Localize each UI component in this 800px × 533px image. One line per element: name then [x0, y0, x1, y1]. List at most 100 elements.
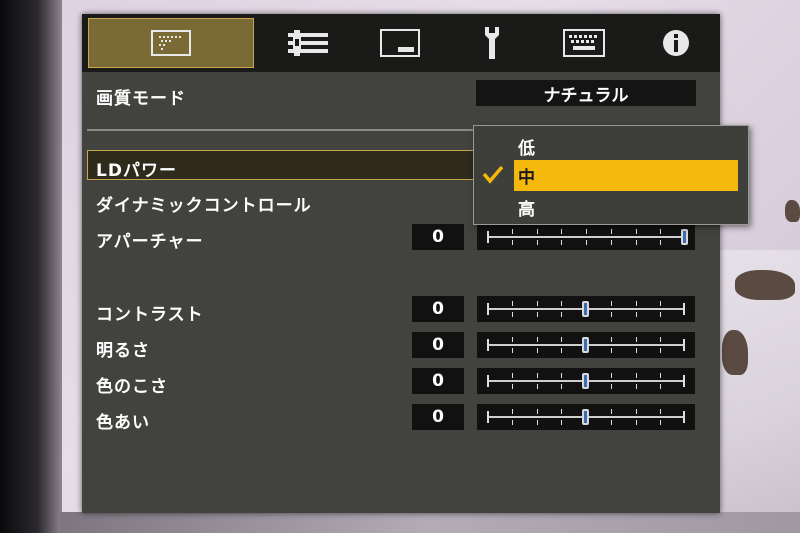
- contrast-value: 0: [412, 296, 464, 322]
- slider-tick: [660, 348, 662, 353]
- slider-tick: [536, 312, 538, 317]
- slider-end-tick: [487, 231, 489, 243]
- tab-display[interactable]: [350, 20, 450, 66]
- color-value: 0: [412, 368, 464, 394]
- slider-tick: [561, 312, 563, 317]
- slider-tick: [586, 240, 587, 245]
- slider-tick: [610, 384, 612, 389]
- picture-adjust-icon: [151, 30, 191, 56]
- brightness-value: 0: [412, 332, 464, 358]
- slider-tick: [511, 312, 513, 317]
- projector-osd-menu: 画質モード ナチュラル LDパワー ダイナミックコントロール アパーチャー 0 …: [82, 14, 720, 513]
- slider-tick: [635, 384, 637, 389]
- slider-tick: [511, 240, 513, 245]
- slider-tick: [660, 384, 662, 389]
- slider-tick: [536, 373, 538, 378]
- background-deer: [735, 270, 795, 300]
- tab-installation[interactable]: [442, 20, 542, 66]
- slider-end-tick: [683, 411, 685, 423]
- wrench-icon: [485, 27, 499, 59]
- slider-tick: [660, 337, 662, 342]
- dropdown-option-high[interactable]: 高: [514, 192, 738, 223]
- slider-tick: [660, 312, 662, 317]
- slider-tick: [660, 240, 662, 245]
- slider-end-tick: [683, 375, 685, 387]
- slider-tick: [511, 420, 513, 425]
- slider-end-tick: [683, 339, 685, 351]
- slider-tick: [635, 409, 637, 414]
- slider-tick: [610, 229, 612, 234]
- slider-knob[interactable]: [582, 373, 589, 389]
- slider-knob[interactable]: [681, 229, 688, 245]
- slider-tick: [561, 420, 563, 425]
- contrast-slider[interactable]: [477, 296, 695, 322]
- slider-tick: [610, 240, 612, 245]
- aperture-value: 0: [412, 224, 464, 250]
- slider-tick: [561, 240, 563, 245]
- slider-tick: [561, 384, 563, 389]
- background-ground: [60, 512, 800, 533]
- contrast-label[interactable]: コントラスト: [96, 300, 204, 325]
- slider-tick: [635, 348, 637, 353]
- color-slider[interactable]: [477, 368, 695, 394]
- divider: [87, 129, 477, 131]
- checkmark-icon: [482, 165, 504, 184]
- tab-function[interactable]: [534, 20, 634, 66]
- slider-tick: [635, 229, 637, 234]
- slider-tick: [660, 373, 662, 378]
- slider-tick: [660, 229, 662, 234]
- slider-knob[interactable]: [582, 409, 589, 425]
- slider-tick: [511, 409, 513, 414]
- tab-picture[interactable]: [88, 18, 254, 68]
- aperture-label[interactable]: アパーチャー: [96, 227, 204, 252]
- slider-tick: [635, 301, 637, 306]
- color-label[interactable]: 色のこさ: [96, 372, 168, 397]
- slider-knob[interactable]: [582, 337, 589, 353]
- slider-tick: [610, 373, 612, 378]
- slider-tick: [511, 373, 513, 378]
- slider-tick: [561, 373, 563, 378]
- ld-power-label[interactable]: LDパワー: [96, 156, 177, 181]
- dropdown-option-mid[interactable]: 中: [514, 160, 738, 191]
- info-icon: [663, 30, 689, 56]
- dropdown-option-low[interactable]: 低: [514, 131, 738, 162]
- slider-tick: [536, 420, 538, 425]
- slider-tick: [536, 348, 538, 353]
- slider-tick: [586, 229, 587, 234]
- brightness-label[interactable]: 明るさ: [96, 336, 150, 361]
- slider-tick: [635, 420, 637, 425]
- slider-tick: [536, 384, 538, 389]
- slider-end-tick: [487, 339, 489, 351]
- slider-end-tick: [487, 411, 489, 423]
- slider-tick: [561, 337, 563, 342]
- keyboard-icon: [563, 29, 605, 57]
- tab-input-settings[interactable]: [258, 20, 358, 66]
- tab-information[interactable]: [626, 20, 726, 66]
- slider-knob[interactable]: [582, 301, 589, 317]
- picture-mode-label: 画質モード: [96, 89, 186, 109]
- slider-tick: [511, 301, 513, 306]
- slider-tick: [610, 409, 612, 414]
- slider-tick: [561, 348, 563, 353]
- slider-tick: [511, 348, 513, 353]
- slider-tick: [635, 337, 637, 342]
- slider-end-tick: [487, 375, 489, 387]
- tint-slider[interactable]: [477, 404, 695, 430]
- picture-mode-value[interactable]: ナチュラル: [476, 80, 696, 106]
- slider-tick: [635, 240, 637, 245]
- menu-tab-bar: [82, 14, 720, 72]
- slider-tick: [536, 301, 538, 306]
- slider-tick: [511, 229, 513, 234]
- background-deer: [785, 200, 800, 222]
- dynamic-control-label[interactable]: ダイナミックコントロール: [96, 191, 312, 216]
- slider-tick: [536, 229, 538, 234]
- slider-tick: [610, 420, 612, 425]
- background-dark-edge: [0, 0, 62, 533]
- tint-label[interactable]: 色あい: [96, 408, 150, 433]
- tint-value: 0: [412, 404, 464, 430]
- slider-tick: [660, 409, 662, 414]
- brightness-slider[interactable]: [477, 332, 695, 358]
- slider-tick: [660, 301, 662, 306]
- aperture-slider[interactable]: [477, 224, 695, 250]
- slider-tick: [511, 337, 513, 342]
